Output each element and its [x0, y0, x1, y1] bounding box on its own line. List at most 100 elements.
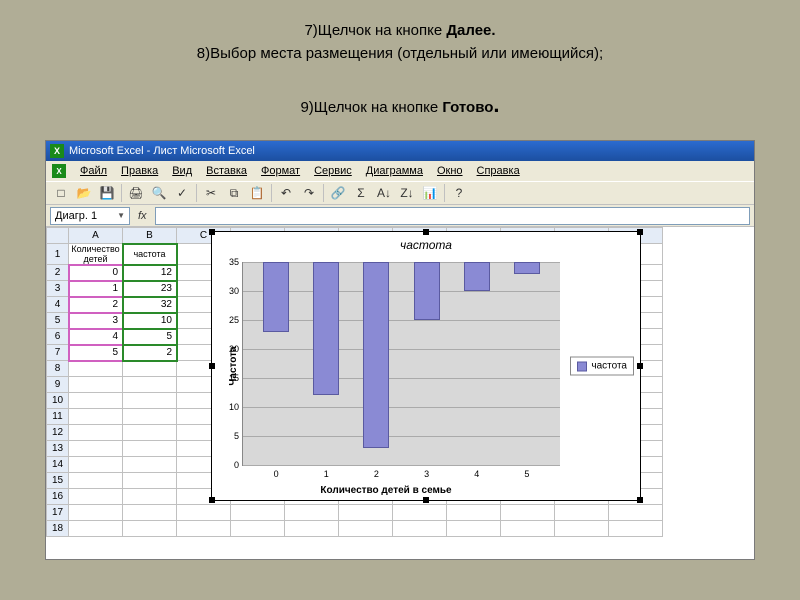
paste-icon[interactable]: 📋: [246, 183, 268, 203]
preview-icon[interactable]: 🔍: [148, 183, 170, 203]
cut-icon[interactable]: ✂: [200, 183, 222, 203]
row-header[interactable]: 1: [47, 244, 69, 265]
x-axis-label[interactable]: Количество детей в семье: [212, 485, 560, 496]
cell[interactable]: [69, 361, 123, 377]
cell[interactable]: [609, 505, 663, 521]
cell[interactable]: [501, 505, 555, 521]
cell[interactable]: [339, 505, 393, 521]
cell[interactable]: 5: [123, 329, 177, 345]
print-icon[interactable]: 🖨: [125, 183, 147, 203]
cell[interactable]: 2: [69, 297, 123, 313]
cell[interactable]: [555, 521, 609, 537]
bar[interactable]: [464, 262, 490, 291]
spellcheck-icon[interactable]: ✓: [171, 183, 193, 203]
cell[interactable]: [123, 441, 177, 457]
col-header[interactable]: B: [123, 228, 177, 244]
cell[interactable]: [69, 505, 123, 521]
cell[interactable]: [123, 425, 177, 441]
cell[interactable]: [501, 521, 555, 537]
col-header[interactable]: A: [69, 228, 123, 244]
row-header[interactable]: 16: [47, 489, 69, 505]
cell[interactable]: 32: [123, 297, 177, 313]
cell[interactable]: [393, 521, 447, 537]
autosum-icon[interactable]: Σ: [350, 183, 372, 203]
row-header[interactable]: 7: [47, 345, 69, 361]
bar[interactable]: [263, 262, 289, 332]
cell[interactable]: [231, 521, 285, 537]
fx-label[interactable]: fx: [134, 210, 151, 222]
row-header[interactable]: 2: [47, 265, 69, 281]
cell[interactable]: [231, 505, 285, 521]
chart-wizard-icon[interactable]: 📊: [419, 183, 441, 203]
cell[interactable]: [285, 521, 339, 537]
cell[interactable]: [69, 457, 123, 473]
cell[interactable]: [285, 505, 339, 521]
cell[interactable]: 4: [69, 329, 123, 345]
cell[interactable]: [69, 425, 123, 441]
cell[interactable]: [69, 409, 123, 425]
undo-icon[interactable]: ↶: [275, 183, 297, 203]
cell[interactable]: [339, 521, 393, 537]
embedded-chart[interactable]: частота Частота 05101520253035012345 час…: [211, 231, 641, 501]
cell[interactable]: [69, 489, 123, 505]
redo-icon[interactable]: ↷: [298, 183, 320, 203]
cell[interactable]: [555, 505, 609, 521]
cell[interactable]: [447, 505, 501, 521]
menu-file[interactable]: Файл: [74, 163, 113, 179]
cell[interactable]: [123, 457, 177, 473]
cell[interactable]: 1: [69, 281, 123, 297]
cell[interactable]: [69, 377, 123, 393]
menu-chart[interactable]: Диаграмма: [360, 163, 429, 179]
chevron-down-icon[interactable]: ▼: [117, 211, 125, 220]
row-header[interactable]: 18: [47, 521, 69, 537]
cell[interactable]: [123, 473, 177, 489]
menu-edit[interactable]: Правка: [115, 163, 164, 179]
document-icon[interactable]: X: [52, 164, 66, 178]
open-icon[interactable]: 📂: [73, 183, 95, 203]
cell[interactable]: [123, 393, 177, 409]
row-header[interactable]: 13: [47, 441, 69, 457]
menu-format[interactable]: Формат: [255, 163, 306, 179]
cell[interactable]: [69, 473, 123, 489]
cell[interactable]: 3: [69, 313, 123, 329]
cell[interactable]: 5: [69, 345, 123, 361]
row-header[interactable]: 15: [47, 473, 69, 489]
bar[interactable]: [363, 262, 389, 448]
cell[interactable]: [177, 521, 231, 537]
row-header[interactable]: 8: [47, 361, 69, 377]
cell[interactable]: [123, 409, 177, 425]
cell[interactable]: 2: [123, 345, 177, 361]
menu-view[interactable]: Вид: [166, 163, 198, 179]
cell[interactable]: [69, 393, 123, 409]
sort-asc-icon[interactable]: A↓: [373, 183, 395, 203]
cell[interactable]: частота: [123, 244, 177, 265]
bar[interactable]: [514, 262, 540, 274]
menu-tools[interactable]: Сервис: [308, 163, 358, 179]
cell[interactable]: 0: [69, 265, 123, 281]
plot-area[interactable]: 05101520253035012345: [242, 262, 560, 466]
bar[interactable]: [313, 262, 339, 395]
bar[interactable]: [414, 262, 440, 320]
cell[interactable]: Количество детей: [69, 244, 123, 265]
cell[interactable]: [609, 521, 663, 537]
new-icon[interactable]: □: [50, 183, 72, 203]
worksheet-grid[interactable]: A B C D E F G H I J K 1 Количество детей…: [46, 227, 754, 559]
cell[interactable]: [123, 489, 177, 505]
row-header[interactable]: 11: [47, 409, 69, 425]
formula-bar[interactable]: [155, 207, 750, 225]
row-header[interactable]: 10: [47, 393, 69, 409]
menu-insert[interactable]: Вставка: [200, 163, 253, 179]
sort-desc-icon[interactable]: Z↓: [396, 183, 418, 203]
cell[interactable]: [123, 505, 177, 521]
row-header[interactable]: 6: [47, 329, 69, 345]
cell[interactable]: 10: [123, 313, 177, 329]
chart-legend[interactable]: частота: [570, 357, 634, 376]
chart-title[interactable]: частота: [212, 232, 640, 254]
row-header[interactable]: 14: [47, 457, 69, 473]
row-header[interactable]: 3: [47, 281, 69, 297]
cell[interactable]: [123, 361, 177, 377]
row-header[interactable]: 9: [47, 377, 69, 393]
cell[interactable]: [447, 521, 501, 537]
cell[interactable]: 23: [123, 281, 177, 297]
menu-window[interactable]: Окно: [431, 163, 469, 179]
